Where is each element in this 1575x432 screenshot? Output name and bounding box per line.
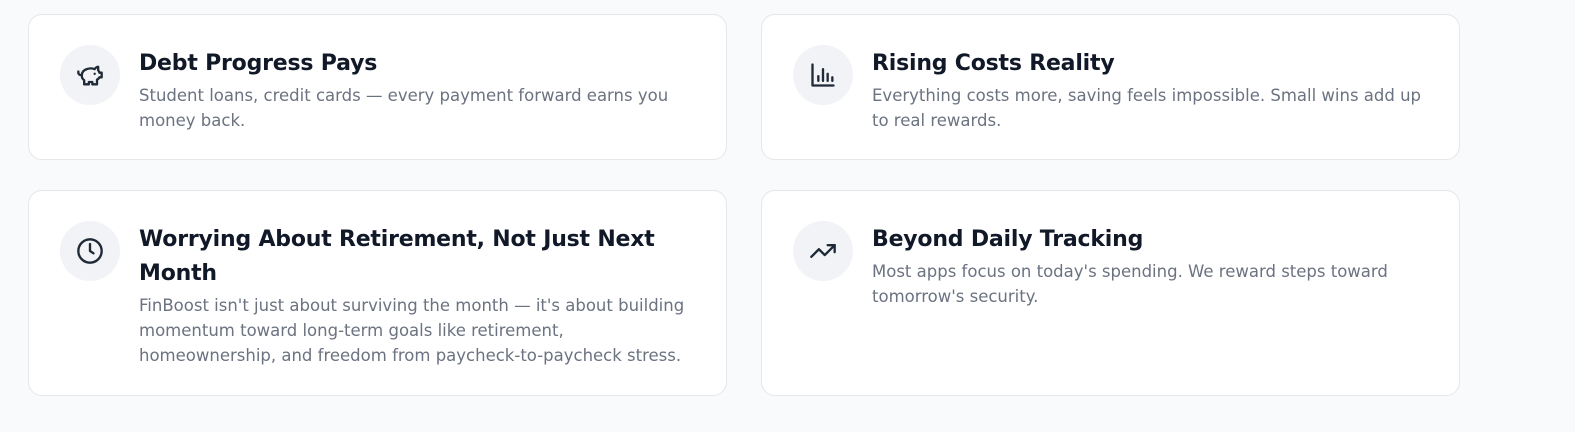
feature-card-beyond-tracking: Beyond Daily Tracking Most apps focus on… xyxy=(761,190,1460,396)
feature-card-debt-progress: Debt Progress Pays Student loans, credit… xyxy=(28,14,727,160)
card-text: Debt Progress Pays Student loans, credit… xyxy=(139,45,696,133)
card-text: Beyond Daily Tracking Most apps focus on… xyxy=(872,221,1429,309)
clock-icon xyxy=(60,221,120,281)
card-text: Worrying About Retirement, Not Just Next… xyxy=(139,221,696,368)
card-title: Rising Costs Reality xyxy=(872,51,1115,76)
card-text: Rising Costs Reality Everything costs mo… xyxy=(872,45,1429,133)
pain-points-grid: Debt Progress Pays Student loans, credit… xyxy=(28,14,1460,396)
card-description: FinBoost isn't just about surviving the … xyxy=(139,296,685,365)
card-title: Worrying About Retirement, Not Just Next… xyxy=(139,227,655,286)
card-description: Student loans, credit cards — every paym… xyxy=(139,86,669,130)
bar-chart-icon xyxy=(793,45,853,105)
piggy-bank-icon xyxy=(60,45,120,105)
feature-card-retirement: Worrying About Retirement, Not Just Next… xyxy=(28,190,727,396)
trending-up-icon xyxy=(793,221,853,281)
card-description: Most apps focus on today's spending. We … xyxy=(872,262,1388,306)
card-description: Everything costs more, saving feels impo… xyxy=(872,86,1422,130)
feature-card-rising-costs: Rising Costs Reality Everything costs mo… xyxy=(761,14,1460,160)
card-title: Beyond Daily Tracking xyxy=(872,227,1144,252)
card-title: Debt Progress Pays xyxy=(139,51,378,76)
